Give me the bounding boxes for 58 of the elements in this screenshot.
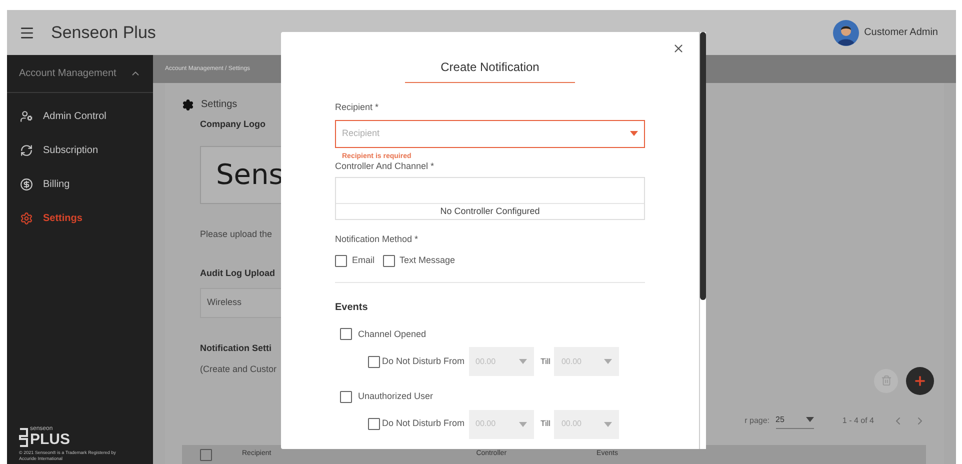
sidebar-item[interactable]: Billing	[7, 167, 153, 201]
caret-icon	[604, 422, 612, 426]
sidebar-item[interactable]: Subscription	[7, 133, 153, 167]
checkbox[interactable]	[368, 356, 380, 368]
page-range: 1 - 4 of 4	[842, 415, 874, 427]
caret-icon	[806, 417, 814, 422]
nav-icon	[20, 110, 33, 122]
section-label: Notification Setti	[199, 342, 272, 354]
checkbox-label[interactable]: Email	[352, 254, 375, 268]
caret-icon	[604, 359, 612, 364]
settings-icon	[182, 98, 194, 110]
menu-icon[interactable]	[19, 24, 35, 40]
checkbox[interactable]	[368, 418, 380, 430]
nav-icon	[20, 212, 33, 224]
rows-per-page-label: r page:	[744, 415, 770, 427]
till-label: Till	[540, 418, 550, 430]
trash-icon	[880, 375, 892, 386]
section-label: Company Logo	[199, 118, 266, 131]
dialog-title: Create Notification	[405, 58, 575, 83]
events-title: Events	[335, 300, 368, 314]
caret-icon	[630, 131, 638, 136]
close-icon	[672, 42, 684, 54]
upload-hint: Please upload the	[199, 228, 272, 241]
checkbox-label[interactable]: Text Message	[400, 254, 456, 268]
section-hint: (Create and Custor	[199, 363, 277, 376]
event-label[interactable]: Unauthorized User	[358, 390, 434, 404]
field-label: Recipient *	[335, 101, 379, 114]
section-label: Audit Log Upload	[199, 267, 275, 280]
caret-icon	[518, 359, 527, 364]
event-label[interactable]: Channel Opened	[358, 328, 426, 341]
dnd-label[interactable]: Do Not Disturb From	[382, 417, 465, 431]
empty-message: No Controller Configured	[440, 204, 540, 218]
checkbox[interactable]	[382, 254, 395, 267]
add-button[interactable]	[906, 366, 934, 394]
brand-name: PLUS	[30, 432, 70, 447]
user-name[interactable]: Customer Admin	[864, 25, 938, 40]
rows-per-page-select[interactable]: 25	[776, 414, 814, 428]
field-label: Notification Method *	[335, 232, 418, 246]
checkbox[interactable]	[335, 254, 347, 267]
sidebar-item[interactable]: Admin Control	[7, 99, 153, 133]
plus-icon	[913, 374, 927, 388]
nav-icon	[20, 178, 33, 190]
caret-icon	[518, 422, 527, 426]
field-label: Controller And Channel *	[335, 160, 434, 172]
checkbox[interactable]	[340, 328, 352, 340]
logo-icon	[19, 428, 28, 447]
app-title: Senseon Plus	[51, 22, 156, 44]
nav-icon	[20, 144, 33, 156]
scrollbar[interactable]	[699, 32, 706, 449]
avatar-icon[interactable]	[833, 20, 860, 46]
dnd-label[interactable]: Do Not Disturb From	[382, 354, 465, 368]
checkbox[interactable]	[340, 390, 352, 403]
checkbox[interactable]	[200, 448, 212, 460]
till-label: Till	[540, 356, 550, 368]
settings-title: Settings	[201, 98, 238, 112]
controller-list[interactable]: No Controller Configured	[335, 176, 645, 220]
logo-text: Sens	[216, 156, 284, 192]
sidebar-item[interactable]: Settings	[7, 201, 153, 235]
